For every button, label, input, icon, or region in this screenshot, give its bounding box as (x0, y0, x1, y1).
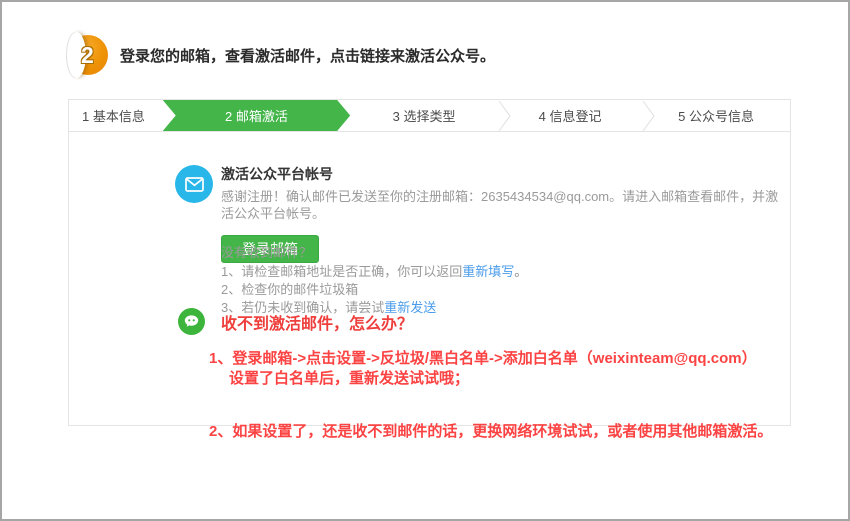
no-mail-section: 没有收到邮件？ 1、请检查邮箱地址是否正确，你可以返回重新填写。 2、检查你的邮… (221, 244, 527, 317)
help-answer-2: 2、如果设置了，还是收不到邮件的话，更换网络环境试试，或者使用其他邮箱激活。 (209, 422, 772, 442)
envelope-icon (175, 165, 213, 203)
page-title: 登录您的邮箱，查看激活邮件，点击链接来激活公众号。 (120, 45, 495, 66)
no-mail-item-1-suffix: 。 (514, 264, 527, 279)
step-account-info: 5 公众号信息 (642, 100, 790, 131)
no-mail-item-1: 1、请检查邮箱地址是否正确，你可以返回重新填写。 (221, 263, 527, 281)
registration-panel: 1 基本信息 2 邮箱激活 3 选择类型 4 信息登记 5 公众号信息 激活公众… (68, 99, 791, 426)
chevron-right-icon (642, 100, 655, 132)
step-choose-type: 3 选择类型 (350, 100, 498, 131)
help-answer-1-line-2: 设置了白名单后，重新发送试试哦； (209, 369, 772, 389)
no-mail-heading: 没有收到邮件？ (221, 244, 527, 262)
badge-number: 2 (81, 41, 94, 69)
refill-link[interactable]: 重新填写 (462, 264, 514, 279)
panel-content: 激活公众平台帐号 感谢注册！确认邮件已发送至你的注册邮箱：2635434534@… (69, 132, 790, 425)
no-mail-item-1-text: 1、请检查邮箱地址是否正确，你可以返回 (221, 264, 462, 279)
activation-description: 感谢注册！确认邮件已发送至你的注册邮箱：2635434534@qq.com。请进… (221, 188, 790, 222)
help-answer-1-line-1: 1、登录邮箱->点击设置->反垃圾/黑白名单->添加白名单（weixinteam… (209, 349, 772, 369)
wechat-logo-icon (178, 308, 205, 335)
chevron-right-icon (498, 100, 511, 132)
page-frame: 2 登录您的邮箱，查看激活邮件，点击链接来激活公众号。 1 基本信息 2 邮箱激… (0, 0, 850, 521)
activation-title: 激活公众平台帐号 (221, 166, 790, 183)
step-basic-info: 1 基本信息 (69, 100, 163, 131)
help-section: 收不到激活邮件，怎么办？ (178, 308, 413, 335)
step-number-badge-icon: 2 (64, 33, 110, 77)
progress-stepbar: 1 基本信息 2 邮箱激活 3 选择类型 4 信息登记 5 公众号信息 (69, 100, 790, 132)
step-header: 2 登录您的邮箱，查看激活邮件，点击链接来激活公众号。 (64, 33, 495, 77)
help-answers: 1、登录邮箱->点击设置->反垃圾/黑白名单->添加白名单（weixinteam… (209, 349, 772, 442)
step-email-activation-active: 2 邮箱激活 (163, 100, 350, 131)
help-question: 收不到激活邮件，怎么办？ (221, 310, 413, 334)
step-info-registration: 4 信息登记 (498, 100, 642, 131)
no-mail-item-2: 2、检查你的邮件垃圾箱 (221, 281, 527, 299)
